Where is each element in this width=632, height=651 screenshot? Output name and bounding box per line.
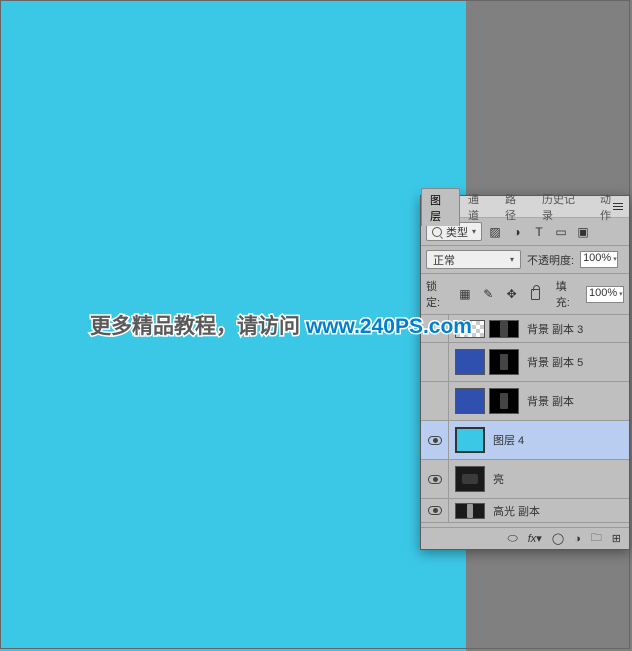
- fill-value: 100%: [589, 287, 617, 299]
- panel-body: 类型 ▾ ▨ ◑ T ▭ ▣ 正常 ▾ 不透明度: 100%▾ 锁定: ▦ ✎ …: [421, 218, 629, 549]
- layer-name[interactable]: 亮: [485, 471, 625, 487]
- lock-brush-icon[interactable]: ✎: [480, 285, 497, 303]
- add-mask-icon[interactable]: ◯: [552, 532, 564, 545]
- layer-name[interactable]: 背景 副本: [519, 393, 625, 409]
- layer-thumbnails: [449, 466, 485, 492]
- eye-icon: [428, 475, 442, 484]
- opacity-input[interactable]: 100%▾: [580, 251, 618, 268]
- filter-text-icon[interactable]: T: [530, 223, 548, 241]
- layer-name[interactable]: 高光 副本: [485, 503, 625, 519]
- lock-all-icon[interactable]: [526, 285, 543, 303]
- watermark-url: www.240PS.com: [306, 315, 472, 338]
- visibility-toggle[interactable]: [421, 460, 449, 498]
- layer-row[interactable]: 高光 副本: [421, 499, 629, 523]
- chevron-down-icon: ▾: [472, 227, 476, 236]
- lock-label: 锁定:: [426, 278, 450, 310]
- filter-adjust-icon[interactable]: ◑: [508, 223, 526, 241]
- chevron-down-icon: ▾: [619, 291, 623, 298]
- filter-kind-label: 类型: [446, 224, 468, 240]
- layer-thumbnails: [449, 503, 485, 519]
- panel-footer: ⬭ fx▾ ◯ ◑ 🗀 ⊞: [421, 527, 629, 549]
- opacity-value: 100%: [583, 252, 611, 264]
- add-adjustment-icon[interactable]: ◑: [574, 533, 581, 545]
- tab-channels[interactable]: 通道: [460, 188, 497, 225]
- layer-fx-icon[interactable]: fx▾: [528, 532, 542, 545]
- chevron-down-icon: ▾: [613, 256, 617, 263]
- layers-panel: 图层 通道 路径 历史记录 动作 类型 ▾ ▨ ◑ T ▭ ▣ 正常 ▾ 不透明…: [420, 195, 630, 550]
- layer-row[interactable]: 背景 副本 5: [421, 343, 629, 382]
- layer-thumbnail[interactable]: [455, 388, 485, 414]
- layer-thumbnails: [449, 349, 519, 375]
- layer-name[interactable]: 图层 4: [485, 432, 625, 448]
- lock-pixels-icon[interactable]: ▦: [456, 285, 473, 303]
- watermark-part1: 更多精品教程，请访问: [90, 315, 306, 338]
- visibility-toggle[interactable]: [421, 343, 449, 381]
- layer-row[interactable]: 亮: [421, 460, 629, 499]
- visibility-toggle[interactable]: [421, 499, 449, 522]
- new-group-icon[interactable]: 🗀: [591, 529, 602, 548]
- search-icon: [432, 227, 442, 237]
- lock-row: 锁定: ▦ ✎ ✥ 填充: 100%▾: [421, 274, 629, 315]
- layer-thumbnails: [449, 427, 485, 453]
- chevron-down-icon: ▾: [510, 255, 514, 264]
- link-layers-icon[interactable]: ⬭: [507, 531, 517, 546]
- lock-move-icon[interactable]: ✥: [503, 285, 520, 303]
- visibility-toggle[interactable]: [421, 382, 449, 420]
- layer-thumbnail[interactable]: [455, 349, 485, 375]
- watermark-text: 更多精品教程，请访问 www.240PS.com: [90, 310, 472, 340]
- fill-label: 填充:: [556, 278, 580, 310]
- fill-input[interactable]: 100%▾: [586, 286, 624, 303]
- tab-layers[interactable]: 图层: [421, 188, 460, 226]
- layer-name[interactable]: 背景 副本 5: [519, 354, 625, 370]
- layer-row[interactable]: 图层 4: [421, 421, 629, 460]
- blend-mode-value: 正常: [433, 252, 455, 268]
- visibility-toggle[interactable]: [421, 421, 449, 459]
- mask-thumbnail[interactable]: [489, 320, 519, 338]
- layer-thumbnails: [449, 388, 519, 414]
- filter-shape-icon[interactable]: ▭: [552, 223, 570, 241]
- filter-image-icon[interactable]: ▨: [486, 223, 504, 241]
- layer-thumbnail[interactable]: [455, 466, 485, 492]
- opacity-label: 不透明度:: [527, 252, 574, 268]
- filter-smart-icon[interactable]: ▣: [574, 223, 592, 241]
- panel-menu-icon[interactable]: [610, 199, 626, 213]
- layer-name[interactable]: 背景 副本 3: [519, 321, 625, 337]
- layers-list[interactable]: 背景 副本 3 背景 副本 5 背景 副本: [421, 315, 629, 527]
- blend-row: 正常 ▾ 不透明度: 100%▾: [421, 246, 629, 274]
- layer-row[interactable]: 背景 副本: [421, 382, 629, 421]
- eye-icon: [428, 436, 442, 445]
- layer-thumbnail[interactable]: [455, 503, 485, 519]
- blend-mode-select[interactable]: 正常 ▾: [426, 250, 521, 269]
- mask-thumbnail[interactable]: [489, 388, 519, 414]
- layer-thumbnail[interactable]: [455, 427, 485, 453]
- mask-thumbnail[interactable]: [489, 349, 519, 375]
- eye-icon: [428, 506, 442, 515]
- tab-paths[interactable]: 路径: [497, 188, 534, 225]
- panel-tabs: 图层 通道 路径 历史记录 动作: [421, 196, 629, 218]
- tab-history[interactable]: 历史记录: [534, 188, 592, 225]
- new-layer-icon[interactable]: ⊞: [612, 532, 621, 545]
